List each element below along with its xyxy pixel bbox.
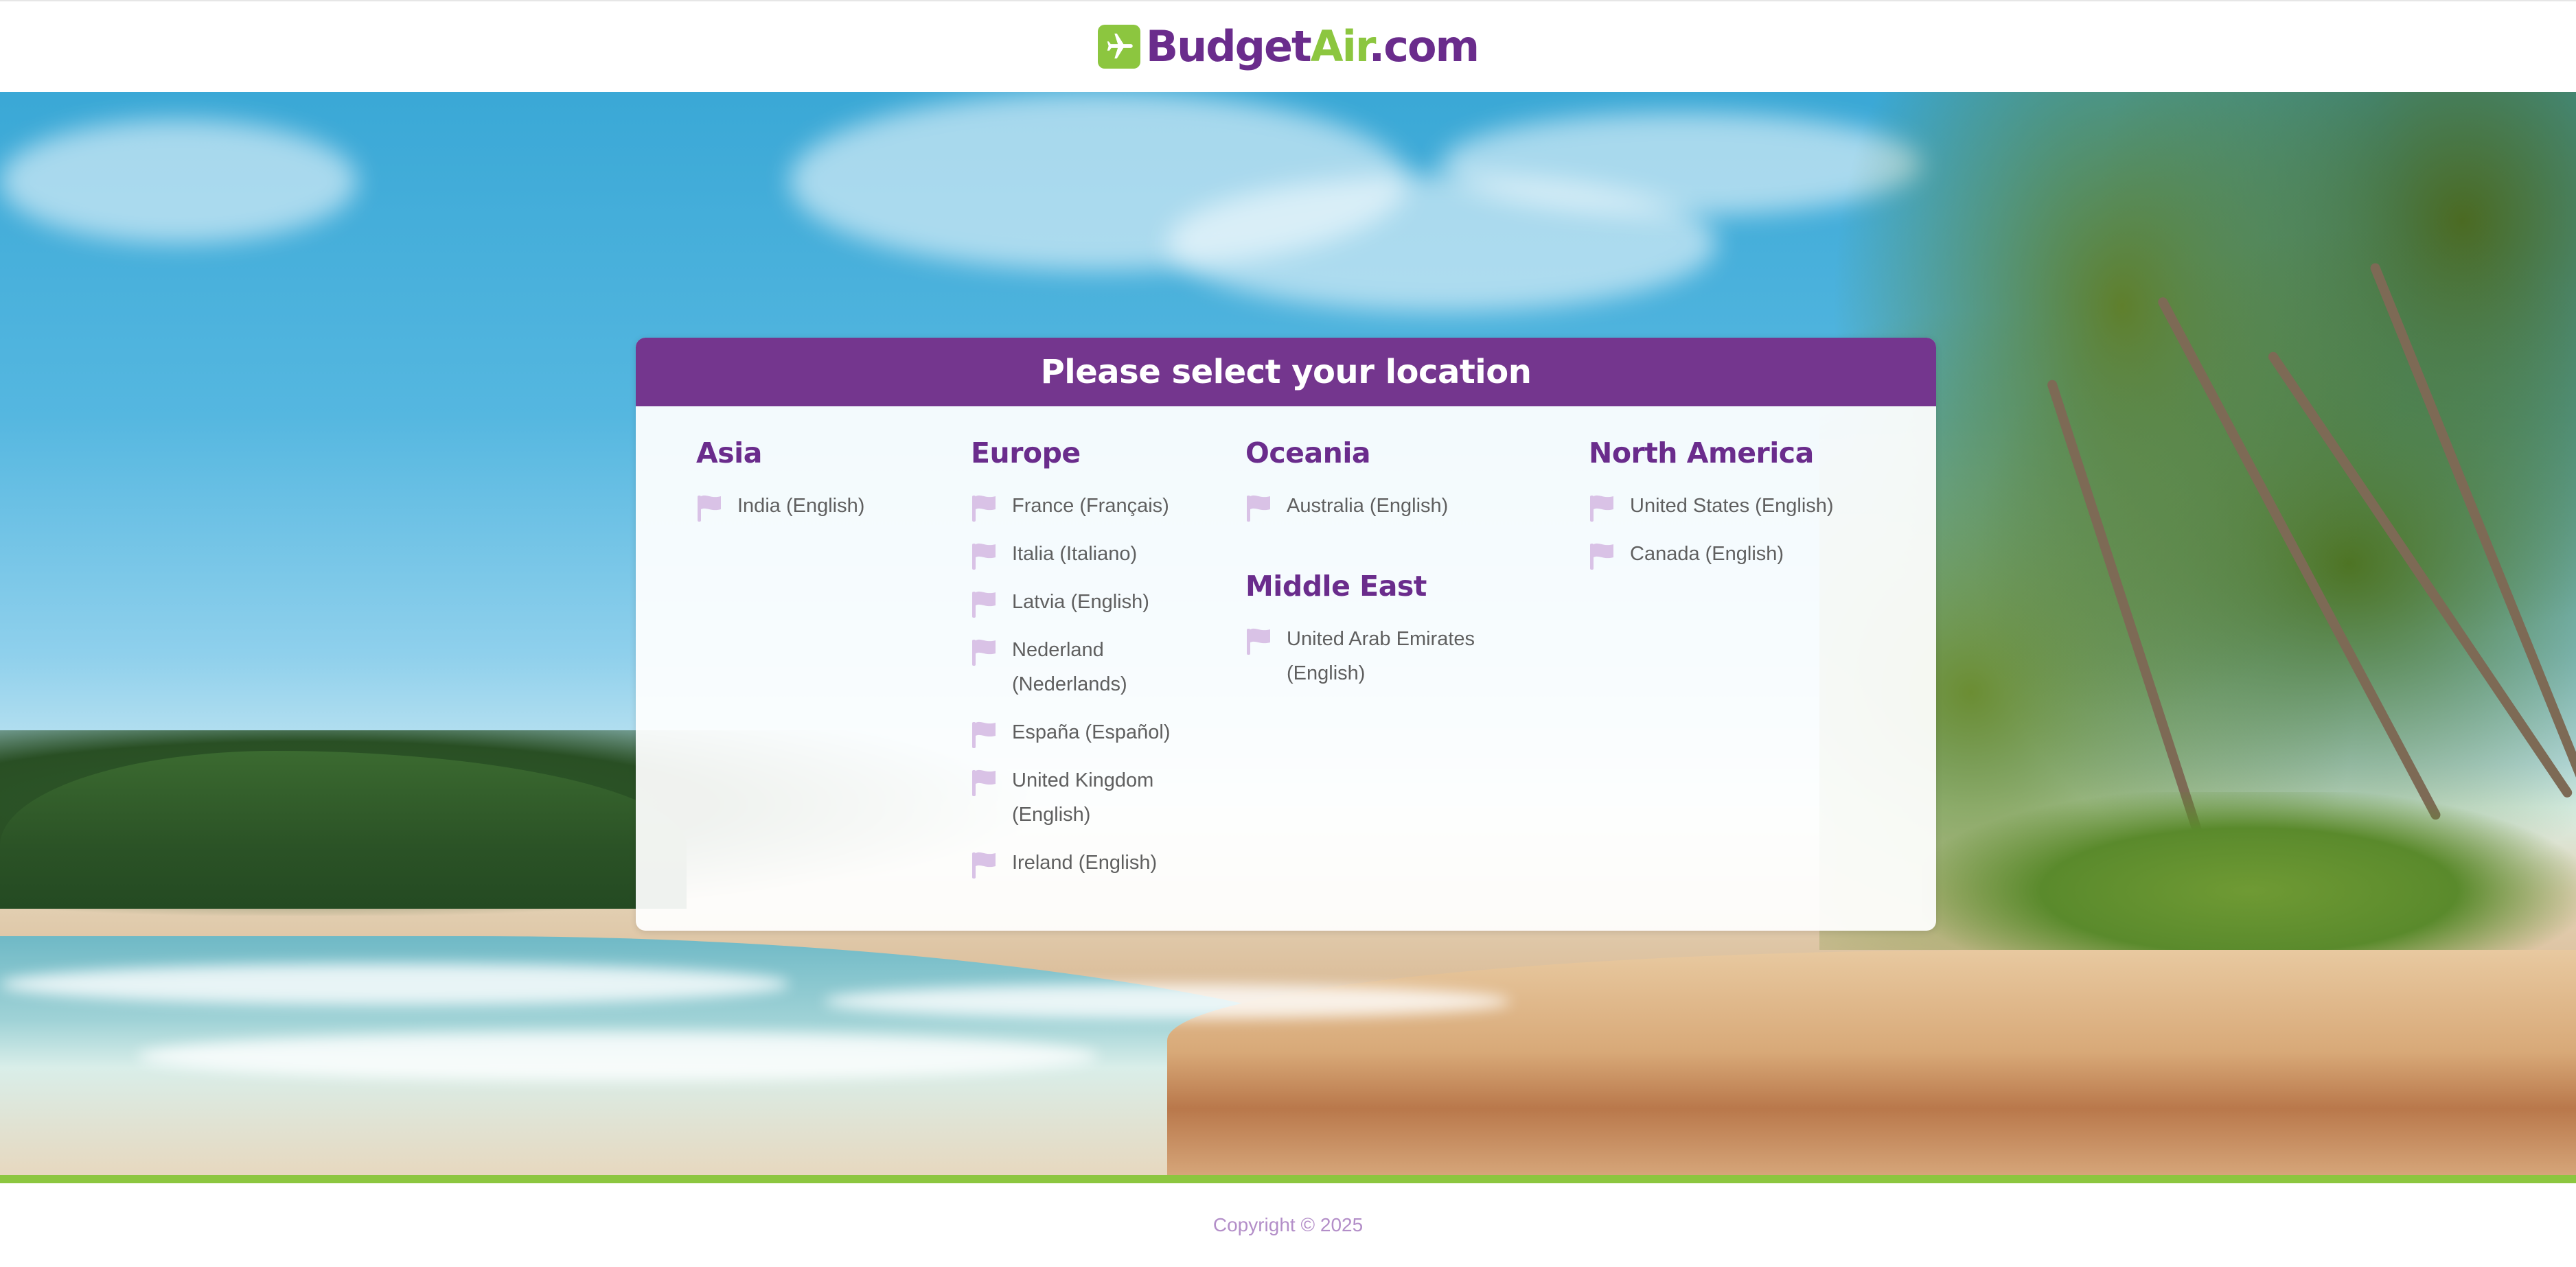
list-item: Australia (English) [1245,489,1520,523]
location-list-asia: India (English) [696,489,950,523]
copyright-text: Copyright © 2025 [1212,1214,1364,1235]
location-list-europe: France (Français) Italia (Italiano) Latv… [971,489,1191,880]
list-item: France (Français) [971,489,1191,523]
location-link-australia[interactable]: Australia (English) [1287,489,1448,523]
panel-title: Please select your location [1040,353,1532,391]
location-link-italia[interactable]: Italia (Italiano) [1012,537,1137,571]
logo-word-com: .com [1368,21,1480,71]
flag-icon [1590,495,1613,522]
region-title-asia: Asia [696,437,762,469]
logo-wordmark: BudgetAir.com [1146,25,1480,68]
location-link-india[interactable]: India (English) [737,489,864,523]
location-link-ireland[interactable]: Ireland (English) [1012,846,1157,880]
flag-icon [1590,543,1613,570]
flag-icon [1247,628,1270,655]
region-asia: Asia India (English) [696,435,950,537]
region-europe: Europe France (Français) Italia (Italian… [971,435,1191,894]
region-title-middle-east: Middle East [1245,570,1427,603]
flag-icon [972,591,996,618]
list-item: Nederland (Nederlands) [971,633,1191,701]
footer-accent-bar [0,1175,2576,1183]
region-north-america: North America United States (English) Ca… [1589,435,1918,585]
location-link-united-kingdom[interactable]: United Kingdom (English) [1012,763,1191,832]
list-item: United States (English) [1589,489,1918,523]
flag-icon [972,495,996,522]
location-list-north-america: United States (English) Canada (English) [1589,489,1918,571]
region-oceania-middle-east: Oceania Australia (English) Middle East … [1245,435,1520,704]
location-link-united-states[interactable]: United States (English) [1630,489,1834,523]
logo-word-budget: Budget [1145,21,1312,71]
list-item: Ireland (English) [971,846,1191,880]
flag-icon [972,639,996,666]
region-title-oceania: Oceania [1245,437,1371,469]
list-item: Canada (English) [1589,537,1918,571]
logo-word-air: Air [1310,21,1370,71]
region-title-north-america: North America [1589,437,1814,469]
location-list-middle-east: United Arab Emirates (English) [1245,622,1520,690]
list-item: Italia (Italiano) [971,537,1191,571]
location-link-france[interactable]: France (Français) [1012,489,1169,523]
location-list-oceania: Australia (English) [1245,489,1520,523]
location-link-latvia[interactable]: Latvia (English) [1012,585,1149,619]
list-item: United Kingdom (English) [971,763,1191,832]
list-item: Latvia (English) [971,585,1191,619]
list-item: United Arab Emirates (English) [1245,622,1520,690]
location-link-canada[interactable]: Canada (English) [1630,537,1784,571]
flag-icon [1247,495,1270,522]
location-link-united-arab-emirates[interactable]: United Arab Emirates (English) [1287,622,1506,690]
site-footer: Copyright © 2025 [0,1183,2576,1267]
list-item: España (Español) [971,715,1191,749]
region-title-europe: Europe [971,437,1081,469]
panel-header: Please select your location [636,338,1936,406]
list-item: India (English) [696,489,950,523]
airplane-icon [1097,25,1140,69]
flag-icon [972,543,996,570]
flag-icon [698,495,721,522]
budgetair-logo[interactable]: BudgetAir.com [1097,19,1480,74]
flag-icon [972,852,996,879]
region-columns: Asia India (English) Europe France (Fran… [636,406,1936,931]
flag-icon [972,769,996,796]
location-link-nederland[interactable]: Nederland (Nederlands) [1012,633,1191,701]
flag-icon [972,721,996,748]
site-header: BudgetAir.com [0,0,2576,92]
location-link-espana[interactable]: España (Español) [1012,715,1171,749]
location-panel: Please select your location Asia India (… [636,338,1936,931]
